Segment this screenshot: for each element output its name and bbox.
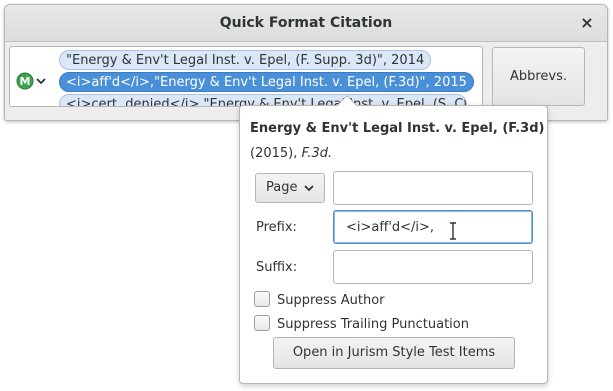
suppress-author-label[interactable]: Suppress Author: [277, 293, 385, 308]
prefix-input[interactable]: [333, 210, 533, 244]
abbrevs-button[interactable]: Abbrevs.: [492, 47, 585, 106]
prefix-label: Prefix:: [256, 220, 297, 235]
text-cursor-icon: [450, 222, 456, 240]
locator-type-label: Page: [266, 180, 298, 195]
svg-text:M: M: [20, 75, 31, 88]
suppress-author-checkbox[interactable]: [254, 291, 270, 307]
close-button[interactable]: ×: [577, 13, 597, 33]
suffix-label: Suffix:: [256, 260, 298, 275]
citation-properties-panel: Energy & Env't Legal Inst. v. Epel, (F.3…: [239, 95, 548, 384]
mendeley-m-icon: M: [16, 72, 46, 90]
panel-title: Energy & Env't Legal Inst. v. Epel, (F.3…: [250, 121, 545, 136]
style-selector-button[interactable]: M: [16, 72, 50, 90]
suppress-punctuation-label[interactable]: Suppress Trailing Punctuation: [277, 317, 469, 332]
locator-input[interactable]: [333, 171, 533, 205]
suppress-punctuation-checkbox[interactable]: [254, 315, 270, 331]
panel-subtitle-year: (2015),: [250, 146, 298, 161]
open-in-style-test-button[interactable]: Open in Jurism Style Test Items: [273, 337, 515, 369]
citation-bubble[interactable]: "Energy & Env't Legal Inst. v. Epel, (F.…: [59, 50, 432, 70]
window-title: Quick Format Citation: [219, 15, 393, 31]
locator-type-select[interactable]: Page: [255, 173, 325, 203]
panel-subtitle: (2015), F.3d.: [250, 146, 332, 161]
citation-bubble-list: "Energy & Env't Legal Inst. v. Epel, (F.…: [59, 50, 479, 106]
citation-editor[interactable]: M "Energy & Env't Legal Inst. v. Epel, (…: [9, 46, 483, 107]
chevron-down-icon: [304, 185, 314, 192]
suffix-input[interactable]: [333, 250, 533, 284]
citation-bubble-selected[interactable]: <i>aff'd</i>,"Energy & Env't Legal Inst.…: [59, 72, 474, 92]
panel-subtitle-reporter: F.3d.: [301, 146, 333, 161]
titlebar: Quick Format Citation ×: [5, 5, 607, 42]
